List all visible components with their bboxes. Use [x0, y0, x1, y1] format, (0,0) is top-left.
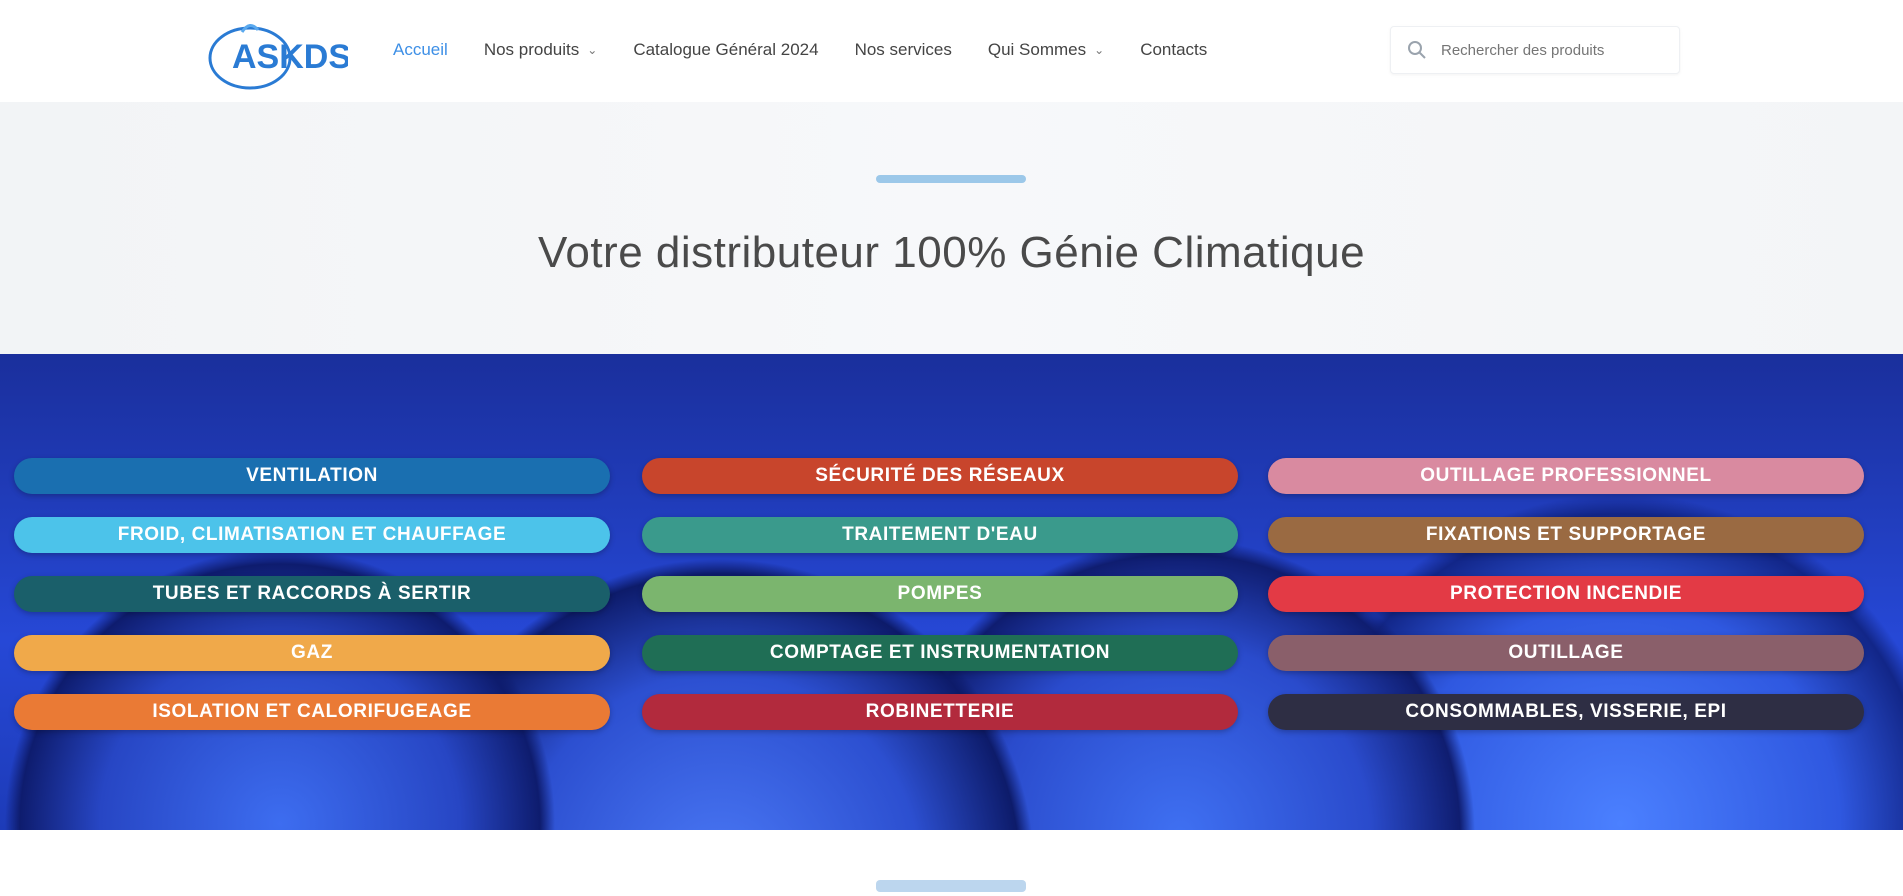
category-outillage[interactable]: Outillage [1268, 635, 1864, 671]
category-column-1: Ventilation Froid, climatisation et chau… [14, 458, 610, 753]
nav-item-catalogue[interactable]: Catalogue Général 2024 [633, 40, 818, 60]
category-column-3: Outillage professionnel Fixations et sup… [1268, 458, 1864, 753]
nav-label: Nos produits [483, 40, 580, 59]
accent-divider [876, 880, 1026, 892]
search-input[interactable] [1439, 40, 1663, 60]
category-protection-incendie[interactable]: Protection incendie [1268, 576, 1864, 612]
category-traitement-eau[interactable]: Traitement d'eau [642, 517, 1238, 553]
nav-label: Catalogue Général 2024 [633, 40, 819, 59]
search-icon[interactable] [1407, 40, 1427, 60]
category-pompes[interactable]: Pompes [642, 576, 1238, 612]
chevron-down-icon: ⌄ [1094, 43, 1105, 57]
site-header: ASKDS Accueil Nos produits ⌄ Catalogue G… [0, 0, 1903, 102]
category-consommables[interactable]: Consommables, visserie, EPI [1268, 694, 1864, 730]
category-gaz[interactable]: Gaz [14, 635, 610, 671]
page-title: Votre distributeur 100% Génie Climatique [537, 228, 1366, 277]
category-comptage[interactable]: Comptage et instrumentation [642, 635, 1238, 671]
nav-label: Qui Sommes [987, 40, 1087, 59]
category-column-2: Sécurité des réseaux Traitement d'eau Po… [642, 458, 1238, 753]
accent-divider [876, 175, 1026, 183]
main-nav: Accueil Nos produits ⌄ Catalogue Général… [393, 32, 1207, 68]
search-box [1390, 26, 1680, 74]
category-froid-climatisation[interactable]: Froid, climatisation et chauffage [14, 517, 610, 553]
category-securite-reseaux[interactable]: Sécurité des réseaux [642, 458, 1238, 494]
chevron-down-icon: ⌄ [587, 43, 598, 57]
category-ventilation[interactable]: Ventilation [14, 458, 610, 494]
category-outillage-pro[interactable]: Outillage professionnel [1268, 458, 1864, 494]
nav-label: Contacts [1140, 40, 1208, 59]
nav-label: Accueil [393, 40, 448, 59]
nav-item-accueil[interactable]: Accueil [393, 40, 448, 60]
category-robinetterie[interactable]: Robinetterie [642, 694, 1238, 730]
nav-item-qui-sommes[interactable]: Qui Sommes ⌄ [988, 40, 1104, 60]
nav-item-nos-produits[interactable]: Nos produits ⌄ [484, 40, 598, 60]
nav-item-nos-services[interactable]: Nos services [855, 40, 952, 60]
category-fixations[interactable]: Fixations et supportage [1268, 517, 1864, 553]
nav-item-contacts[interactable]: Contacts [1140, 40, 1207, 60]
svg-text:ASKDS: ASKDS [232, 38, 348, 76]
category-tubes-raccords[interactable]: Tubes et raccords à sertir [14, 576, 610, 612]
nav-label: Nos services [854, 40, 952, 59]
category-isolation[interactable]: Isolation et calorifugeage [14, 694, 610, 730]
company-logo[interactable]: ASKDS [198, 14, 348, 90]
